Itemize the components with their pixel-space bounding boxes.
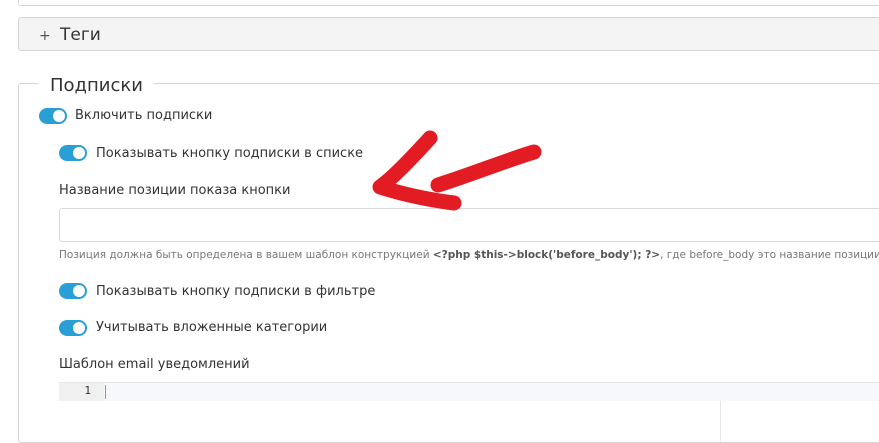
show-in-list-toggle[interactable] bbox=[59, 145, 87, 161]
tags-panel[interactable]: + Теги bbox=[18, 17, 879, 51]
position-name-label: Название позиции показа кнопки bbox=[59, 183, 291, 198]
line-number: 1 bbox=[84, 384, 91, 397]
tags-panel-title[interactable]: Теги bbox=[60, 25, 101, 45]
subscriptions-legend: Подписки bbox=[38, 74, 154, 98]
plus-icon[interactable]: + bbox=[39, 28, 51, 44]
previous-panel bbox=[18, 0, 879, 6]
editor-cursor bbox=[105, 385, 106, 399]
red-arrow-icon bbox=[372, 130, 542, 211]
toggle-knob bbox=[53, 110, 65, 122]
help-code: <?php $this->block('before_body'); ?> bbox=[432, 249, 661, 261]
show-in-list-label[interactable]: Показывать кнопку подписки в списке bbox=[96, 146, 363, 161]
show-in-filter-toggle[interactable] bbox=[59, 283, 87, 299]
help-prefix: Позиция должна быть определена в вашем ш… bbox=[59, 249, 433, 261]
toggle-knob bbox=[73, 285, 85, 297]
nested-categories-label[interactable]: Учитывать вложенные категории bbox=[96, 320, 327, 335]
nested-categories-toggle[interactable] bbox=[59, 320, 87, 336]
show-in-filter-label[interactable]: Показывать кнопку подписки в фильтре bbox=[96, 284, 375, 299]
editor-gutter: 1 bbox=[59, 383, 104, 401]
help-suffix: , где before_body это название позиции bbox=[660, 249, 879, 261]
email-template-editor[interactable]: 1 bbox=[59, 382, 879, 442]
toggle-knob bbox=[73, 322, 85, 334]
editor-active-line[interactable] bbox=[104, 383, 879, 401]
position-help-text: Позиция должна быть определена в вашем ш… bbox=[59, 249, 879, 261]
enable-subscriptions-label[interactable]: Включить подписки bbox=[75, 108, 212, 123]
email-template-label: Шаблон email уведомлений bbox=[59, 357, 250, 372]
enable-subscriptions-toggle[interactable] bbox=[39, 108, 67, 124]
editor-divider bbox=[720, 401, 721, 441]
toggle-knob bbox=[73, 147, 85, 159]
